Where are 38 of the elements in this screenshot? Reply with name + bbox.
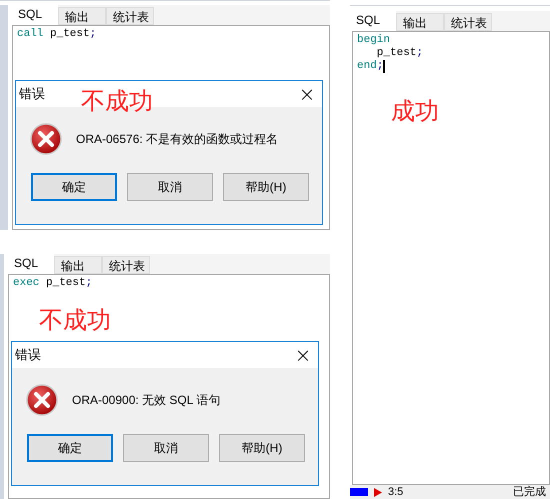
dialog-button[interactable]: 确定 — [31, 173, 117, 201]
dialog-button[interactable]: 帮助(H) — [219, 434, 305, 462]
dialog-title: 错误 — [15, 346, 41, 364]
code-line: call p_test; — [17, 28, 96, 41]
editor-tab[interactable]: SQL — [8, 254, 54, 274]
code-line: p_test; — [376, 47, 424, 60]
editor-tab[interactable]: 统计表 — [102, 256, 150, 274]
dialog-button[interactable]: 帮助(H) — [223, 173, 309, 201]
run-arrow-icon — [374, 488, 382, 496]
error-icon — [26, 384, 58, 416]
error-message: ORA-00900: 无效 SQL 语句 — [72, 392, 220, 409]
error-icon — [30, 123, 62, 155]
editor-tab[interactable]: 统计表 — [106, 7, 154, 25]
close-button[interactable]: × — [291, 344, 315, 366]
sql-editor[interactable]: exec p_test; 不成功 错误 × ORA-00900: 无效 SQL 语句 确定 取消 帮助(H) — [8, 274, 330, 499]
dialog-title: 错误 — [19, 85, 45, 104]
status-text: 已完成 — [513, 486, 547, 498]
sql-editor[interactable]: begin p_test; end; 成功 — [352, 31, 550, 485]
sql-editor[interactable]: call p_test; 错误 × ORA-06576: 不是有效的函数或过程名 确定 取消 帮助(H) 不成功 — [12, 25, 330, 230]
code-line: end; — [357, 60, 384, 73]
editor-tab[interactable]: SQL — [12, 5, 58, 25]
dialog-button[interactable]: 取消 — [127, 173, 213, 201]
cursor-position: 3:5 — [388, 486, 404, 498]
progress-block — [350, 488, 368, 496]
error-message: ORA-06576: 不是有效的函数或过程名 — [76, 131, 278, 148]
editor-tab[interactable]: 输出 — [54, 256, 102, 274]
editor-tab[interactable]: 输出 — [396, 13, 444, 31]
annotation-text: 成功 — [391, 98, 439, 126]
annotation-text: 不成功 — [81, 88, 153, 116]
close-button[interactable]: × — [295, 83, 319, 105]
dialog-button[interactable]: 确定 — [27, 434, 113, 462]
dialog-button[interactable]: 取消 — [123, 434, 209, 462]
editor-tab[interactable]: SQL — [350, 11, 396, 31]
editor-tab[interactable]: 统计表 — [444, 13, 492, 31]
code-line: exec p_test; — [13, 277, 92, 290]
annotation-text: 不成功 — [39, 307, 111, 335]
editor-tab[interactable]: 输出 — [58, 7, 106, 25]
code-line: begin — [357, 34, 390, 47]
